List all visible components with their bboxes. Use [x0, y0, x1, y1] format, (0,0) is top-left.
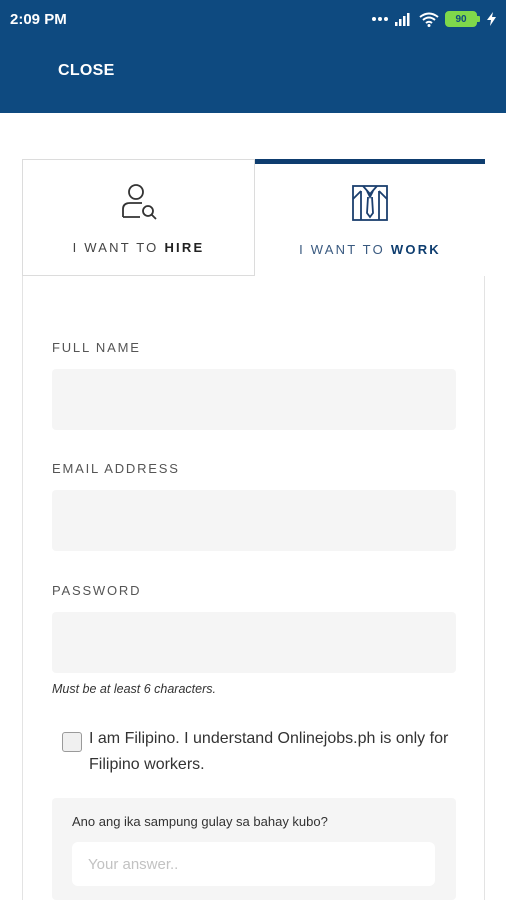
app-bar: CLOSE	[0, 38, 506, 113]
captcha-question-box: Ano ang ika sampung gulay sa bahay kubo?	[52, 798, 456, 900]
email-field[interactable]	[52, 490, 456, 551]
battery-icon: 90	[445, 11, 480, 27]
filipino-checkbox-label: I am Filipino. I understand Onlinejobs.p…	[89, 730, 449, 773]
charging-icon	[487, 12, 496, 26]
dots-icon	[371, 16, 389, 22]
email-label: EMAIL ADDRESS	[52, 461, 180, 476]
signal-icon	[395, 12, 413, 26]
tab-hire-prefix: I WANT TO	[72, 240, 159, 255]
worker-shirt-icon	[350, 182, 390, 224]
tab-work[interactable]: I WANT TO WORK	[255, 159, 485, 276]
password-label: PASSWORD	[52, 583, 142, 598]
status-bar: 2:09 PM 90	[0, 0, 506, 38]
tab-hire-label: I WANT TO HIRE	[73, 240, 205, 255]
captcha-answer-input[interactable]	[72, 842, 435, 886]
status-time: 2:09 PM	[10, 10, 67, 28]
password-hint: Must be at least 6 characters.	[52, 682, 216, 696]
tab-work-label: I WANT TO WORK	[299, 242, 441, 257]
tab-work-bold: WORK	[390, 242, 441, 257]
filipino-checkbox[interactable]	[62, 732, 82, 752]
user-search-icon	[118, 180, 160, 222]
wifi-icon	[419, 12, 439, 27]
status-icons: 90	[371, 11, 496, 27]
captcha-question: Ano ang ika sampung gulay sa bahay kubo?	[72, 814, 328, 829]
close-button[interactable]: CLOSE	[58, 62, 115, 80]
password-field[interactable]	[52, 612, 456, 673]
tab-hire[interactable]: I WANT TO HIRE	[22, 159, 255, 276]
full-name-label: FULL NAME	[52, 340, 141, 355]
full-name-field[interactable]	[52, 369, 456, 430]
tab-hire-bold: HIRE	[164, 240, 205, 255]
tab-work-prefix: I WANT TO	[299, 242, 385, 257]
